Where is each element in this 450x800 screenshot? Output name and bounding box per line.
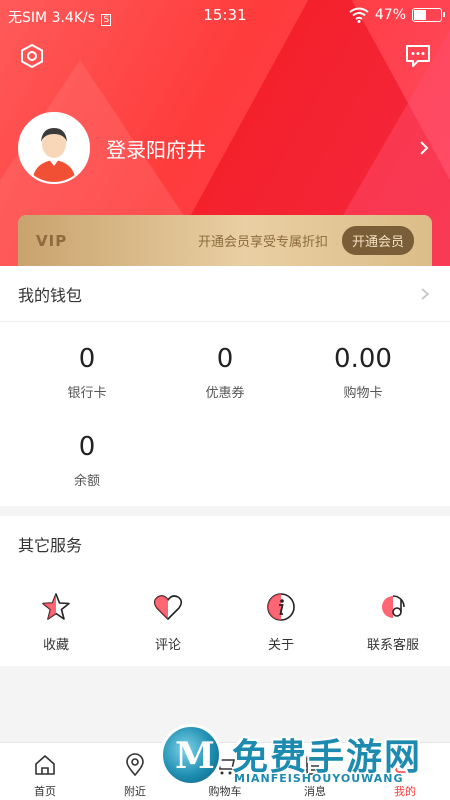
stat-value: 0 (78, 432, 96, 462)
stat-value: 0 (216, 344, 234, 374)
vip-banner[interactable]: VIP 开通会员享受专属折扣 开通会员 (18, 215, 432, 266)
battery-percent: 47% (374, 7, 406, 23)
service-comments[interactable]: 评论 (112, 592, 224, 653)
vip-label: VIP (36, 231, 68, 250)
heart-icon (153, 595, 183, 620)
watermark: M 免费手游网 MIANFEISHOUYOUWANG (160, 724, 445, 794)
star-icon (42, 593, 70, 620)
service-about[interactable]: 关于 (225, 592, 337, 653)
battery-fill (414, 10, 426, 20)
battery-icon (412, 8, 445, 22)
avatar-icon (20, 114, 88, 182)
stat-value: 0.00 (334, 344, 392, 374)
login-text[interactable]: 登录阳府井 (106, 134, 416, 163)
service-label: 收藏 (42, 638, 69, 653)
stat-shopping-card[interactable]: 0.00 购物卡 (288, 344, 438, 401)
avatar[interactable] (18, 112, 90, 184)
service-customer-support[interactable]: 联系客服 (337, 592, 449, 653)
stat-bank-card[interactable]: 0 银行卡 (12, 344, 162, 401)
stat-label: 余额 (73, 474, 100, 489)
services-section: 其它服务 收藏 评论 关于 联系客服 (0, 516, 450, 666)
wallet-section: 我的钱包 0 银行卡 0 优惠券 0.00 购物卡 0 余额 (0, 266, 450, 506)
chevron-right-icon (421, 287, 430, 300)
settings-icon[interactable] (18, 42, 46, 70)
open-membership-button[interactable]: 开通会员 (341, 226, 414, 255)
tab-label: 首页 (34, 785, 56, 798)
service-label: 联系客服 (366, 638, 419, 653)
stat-label: 购物卡 (343, 386, 383, 401)
watermark-subtitle: MIANFEISHOUYOUWANG (234, 772, 404, 785)
info-icon (267, 593, 295, 621)
services-title: 其它服务 (18, 536, 83, 555)
message-icon[interactable] (404, 42, 432, 70)
wallet-title: 我的钱包 (18, 285, 83, 305)
service-favorites[interactable]: 收藏 (0, 592, 112, 653)
status-right: 47% (349, 7, 445, 23)
watermark-logo-letter: M (175, 735, 215, 777)
service-label: 关于 (267, 638, 294, 653)
wallet-header[interactable]: 我的钱包 (0, 266, 450, 322)
stat-value: 0 (78, 344, 96, 374)
customer-service-icon (382, 595, 405, 618)
tab-home[interactable]: 首页 (0, 753, 90, 799)
stat-balance[interactable]: 0 余额 (12, 432, 162, 489)
vip-promo-text: 开通会员享受专属折扣 (197, 235, 328, 250)
service-label: 评论 (154, 638, 181, 653)
chevron-right-icon (420, 141, 429, 155)
stat-label: 银行卡 (67, 386, 107, 401)
watermark-logo: M (160, 724, 222, 786)
status-bar: 无SIM 3.4K/s S 15:31 47% (0, 0, 450, 30)
wifi-icon (349, 7, 369, 23)
stat-coupon[interactable]: 0 优惠券 (150, 344, 300, 401)
stat-label: 优惠券 (205, 386, 245, 401)
home-icon (35, 755, 55, 775)
location-icon (126, 753, 144, 777)
login-row[interactable]: 登录阳府井 (18, 112, 432, 184)
